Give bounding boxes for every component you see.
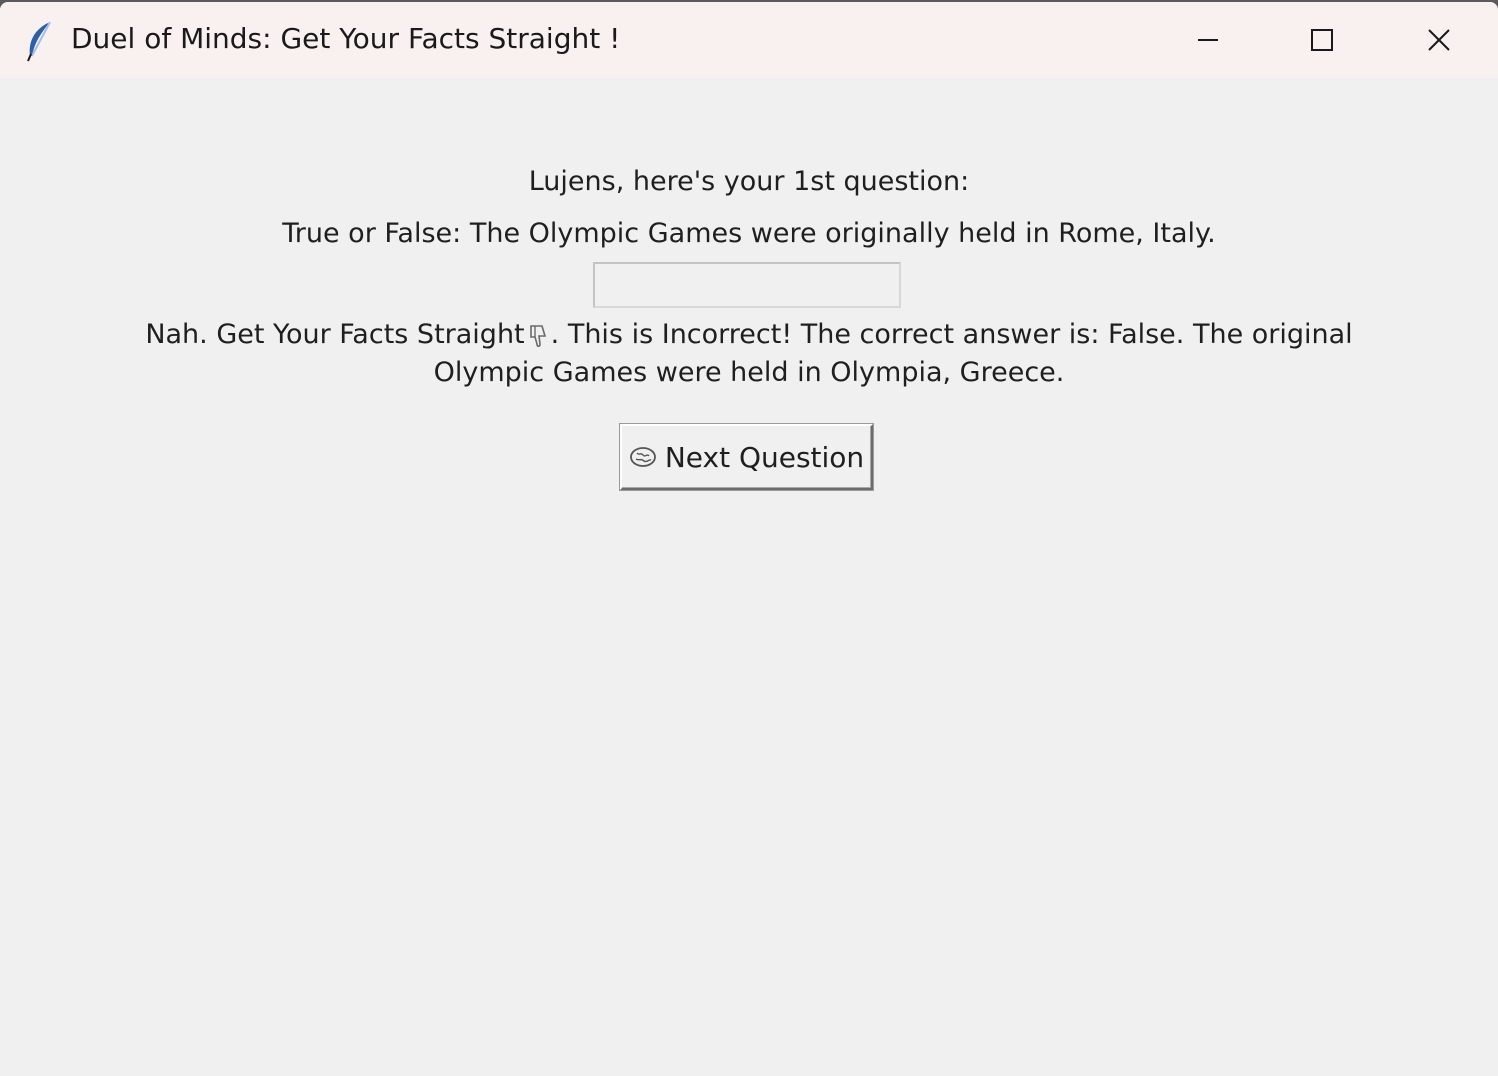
feather-icon [27, 21, 51, 62]
thumbs-down-icon [529, 325, 546, 348]
minimize-icon [1198, 39, 1218, 41]
feedback-text-start: Nah. Get Your Facts Straight [145, 319, 525, 350]
minimize-button[interactable] [1150, 2, 1266, 78]
close-icon [1428, 29, 1450, 51]
question-greeting: Lujens, here's your 1st question: [528, 166, 970, 197]
feedback-text-end: . This is Incorrect! The correct answer … [433, 319, 1353, 388]
app-window: Duel of Minds: Get Your Facts Straight !… [0, 2, 1498, 1076]
next-question-label: Next Question [664, 440, 865, 474]
brain-icon [629, 447, 656, 467]
answer-input[interactable] [593, 262, 901, 308]
close-button[interactable] [1381, 2, 1497, 78]
next-question-button[interactable]: Next Question [620, 424, 873, 490]
window-title: Duel of Minds: Get Your Facts Straight ! [71, 22, 621, 55]
maximize-button[interactable] [1264, 2, 1380, 78]
question-text: True or False: The Olympic Games were or… [282, 218, 1216, 249]
quiz-panel: Lujens, here's your 1st question: True o… [0, 78, 1498, 1076]
feedback-message: Nah. Get Your Facts Straight . This is I… [90, 316, 1408, 392]
title-bar[interactable]: Duel of Minds: Get Your Facts Straight ! [0, 2, 1498, 78]
maximize-icon [1311, 29, 1333, 51]
